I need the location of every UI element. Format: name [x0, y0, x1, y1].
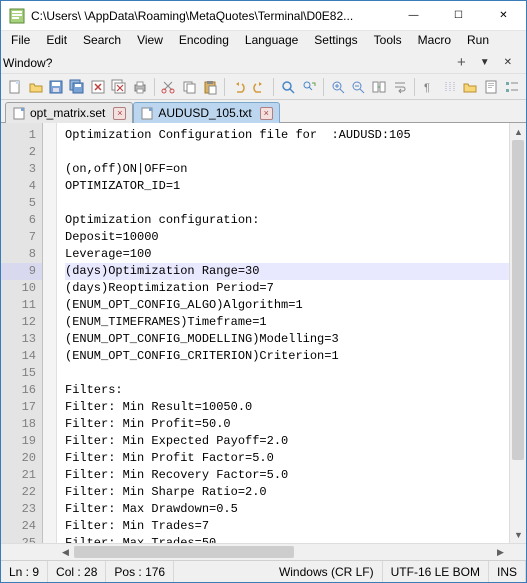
- menubar-row2: Window? + ▼ ✕: [1, 52, 526, 73]
- horizontal-scroll-thumb[interactable]: [74, 546, 294, 558]
- function-list-icon[interactable]: [502, 76, 522, 98]
- file-icon: [12, 106, 26, 120]
- paste-icon[interactable]: [200, 76, 220, 98]
- indent-guide-icon[interactable]: [440, 76, 460, 98]
- window-title: C:\Users\ \AppData\Roaming\MetaQuotes\Te…: [31, 9, 391, 23]
- menu-run[interactable]: Run: [459, 31, 497, 49]
- tabbar: opt_matrix.set × AUDUSD_105.txt ×: [1, 100, 526, 123]
- menu-window[interactable]: Window: [3, 56, 46, 70]
- titlebar: C:\Users\ \AppData\Roaming\MetaQuotes\Te…: [1, 1, 526, 31]
- find-icon[interactable]: [278, 76, 298, 98]
- save-icon[interactable]: [47, 76, 67, 98]
- tab-opt_matrix-set[interactable]: opt_matrix.set ×: [5, 102, 133, 123]
- plus-icon[interactable]: +: [453, 54, 470, 71]
- vertical-scrollbar[interactable]: ▲ ▼: [509, 123, 526, 543]
- menu-language[interactable]: Language: [237, 31, 306, 49]
- menu-help[interactable]: ?: [46, 56, 53, 70]
- status-insert-mode[interactable]: INS: [489, 561, 526, 582]
- window-controls: — ☐ ✕: [391, 1, 526, 30]
- scroll-right-icon[interactable]: ▶: [492, 544, 509, 561]
- tab-close-icon[interactable]: ×: [260, 107, 273, 120]
- close-x-icon[interactable]: ✕: [500, 57, 516, 68]
- open-file-icon[interactable]: [26, 76, 46, 98]
- svg-text:¶: ¶: [424, 82, 430, 94]
- menubar: FileEditSearchViewEncodingLanguageSettin…: [1, 31, 526, 52]
- zoom-out-icon[interactable]: [349, 76, 369, 98]
- status-encoding[interactable]: UTF-16 LE BOM: [383, 561, 489, 582]
- status-line: Ln : 9: [1, 561, 48, 582]
- toolbar: ¶: [1, 73, 526, 100]
- undo-icon[interactable]: [229, 76, 249, 98]
- file-icon: [140, 106, 154, 120]
- editor-area: 1234567891011121314151617181920212223242…: [1, 123, 526, 543]
- word-wrap-icon[interactable]: [390, 76, 410, 98]
- scroll-up-icon[interactable]: ▲: [510, 123, 526, 140]
- status-eol[interactable]: Windows (CR LF): [271, 561, 383, 582]
- replace-icon[interactable]: [299, 76, 319, 98]
- code-editor[interactable]: Optimization Configuration file for :AUD…: [57, 123, 509, 543]
- tab-close-icon[interactable]: ×: [113, 107, 126, 120]
- menu-macro[interactable]: Macro: [410, 31, 459, 49]
- copy-icon[interactable]: [179, 76, 199, 98]
- vertical-scroll-thumb[interactable]: [512, 140, 524, 460]
- scroll-left-icon[interactable]: ◀: [57, 544, 74, 561]
- show-chars-icon[interactable]: ¶: [419, 76, 439, 98]
- dropdown-arrow-icon[interactable]: ▼: [476, 57, 494, 68]
- doc-map-icon[interactable]: [481, 76, 501, 98]
- save-all-icon[interactable]: [67, 76, 87, 98]
- menu-view[interactable]: View: [129, 31, 171, 49]
- menu-tools[interactable]: Tools: [366, 31, 410, 49]
- tab-label: opt_matrix.set: [30, 106, 105, 120]
- menu-file[interactable]: File: [3, 31, 38, 49]
- close-all-icon[interactable]: [109, 76, 129, 98]
- redo-icon[interactable]: [250, 76, 270, 98]
- menu-edit[interactable]: Edit: [38, 31, 75, 49]
- statusbar: Ln : 9 Col : 28 Pos : 176 Windows (CR LF…: [1, 560, 526, 582]
- close-button[interactable]: ✕: [481, 1, 526, 30]
- menu-settings[interactable]: Settings: [306, 31, 365, 49]
- tab-audusd_105-txt[interactable]: AUDUSD_105.txt ×: [133, 102, 279, 123]
- zoom-in-icon[interactable]: [328, 76, 348, 98]
- folder-icon[interactable]: [460, 76, 480, 98]
- status-col: Col : 28: [48, 561, 106, 582]
- cut-icon[interactable]: [158, 76, 178, 98]
- new-file-icon[interactable]: [5, 76, 25, 98]
- menu-search[interactable]: Search: [75, 31, 129, 49]
- sync-scroll-icon[interactable]: [369, 76, 389, 98]
- app-icon: [9, 8, 25, 24]
- print-icon[interactable]: [130, 76, 150, 98]
- minimize-button[interactable]: —: [391, 1, 436, 30]
- maximize-button[interactable]: ☐: [436, 1, 481, 30]
- fold-column: [43, 123, 57, 543]
- tab-label: AUDUSD_105.txt: [158, 106, 251, 120]
- status-pos: Pos : 176: [106, 561, 174, 582]
- horizontal-scrollbar[interactable]: ◀ ▶: [1, 543, 526, 560]
- menu-encoding[interactable]: Encoding: [171, 31, 237, 49]
- menubar-extras: + ▼ ✕: [453, 54, 524, 71]
- scroll-down-icon[interactable]: ▼: [510, 526, 526, 543]
- line-number-gutter: 1234567891011121314151617181920212223242…: [1, 123, 43, 543]
- close-file-icon[interactable]: [88, 76, 108, 98]
